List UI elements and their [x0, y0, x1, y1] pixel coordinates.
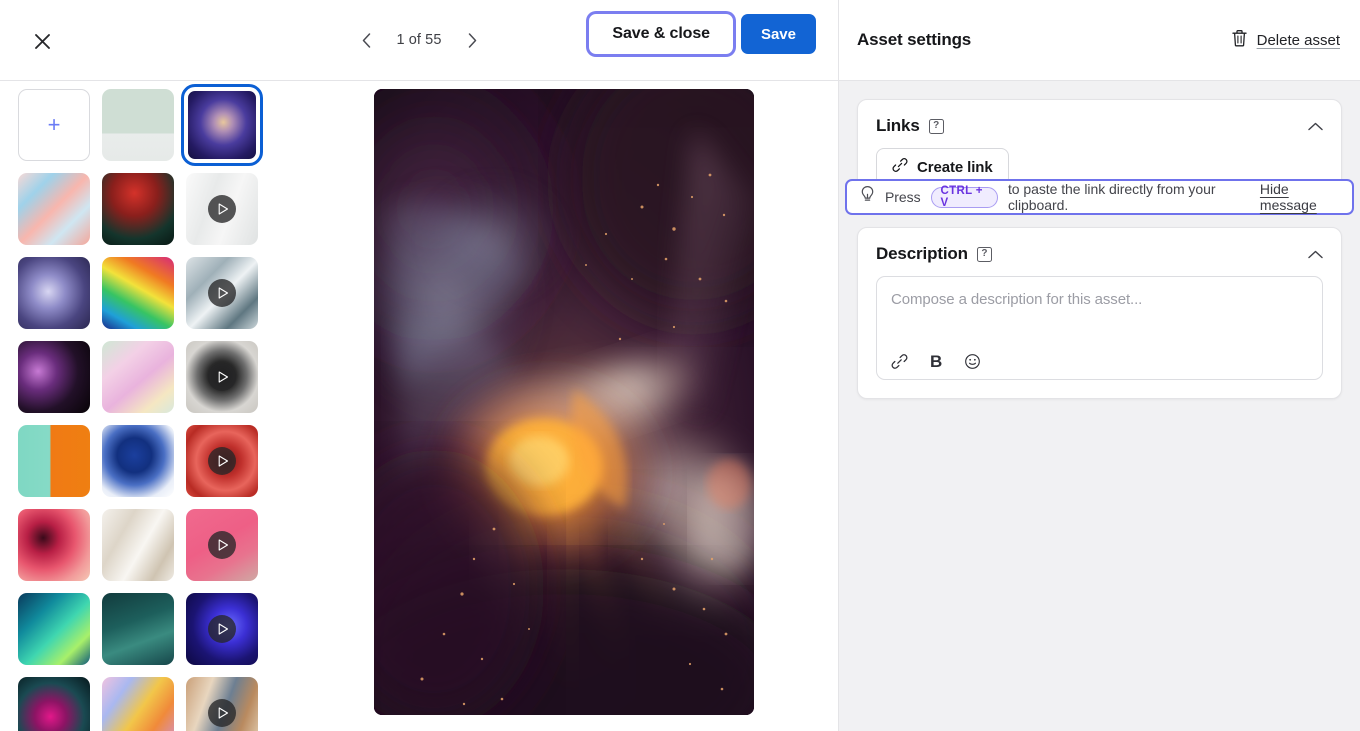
thumb-oil-bubbles[interactable] [102, 677, 174, 731]
help-icon[interactable]: ? [929, 119, 944, 134]
description-editor[interactable]: Compose a description for this asset... … [876, 276, 1323, 380]
thumbnail-rail[interactable]: + [0, 81, 290, 731]
thumb-rainbow-glitter[interactable] [102, 257, 174, 329]
thumb-blue-waves-3d[interactable] [186, 593, 258, 665]
emoji-icon[interactable] [964, 353, 981, 370]
thumb-blue-ink-water[interactable] [102, 425, 174, 497]
help-icon[interactable]: ? [977, 247, 992, 262]
description-card-header: Description ? [858, 228, 1341, 272]
links-card: Links ? [857, 99, 1342, 205]
play-icon[interactable] [208, 699, 236, 727]
tip-text-before: Press [885, 189, 921, 205]
pager-label: 1 of 55 [393, 32, 445, 48]
create-link-label: Create link [917, 159, 993, 176]
thumb-violet-black-ink[interactable] [18, 341, 90, 413]
bold-button[interactable]: B [930, 353, 942, 370]
thumb-pink-blue-marble[interactable] [18, 173, 90, 245]
thumb-red-mesh-spiral[interactable] [186, 425, 258, 497]
editor-topbar: 1 of 55 Save & close Save [0, 0, 838, 81]
preview-stage [290, 81, 838, 731]
plus-icon: + [48, 114, 61, 136]
editor-pane: 1 of 55 Save & close Save + [0, 0, 838, 731]
topbar-actions: Save & close Save [589, 14, 816, 54]
add-asset-tile[interactable]: + [18, 89, 90, 161]
links-card-header: Links ? [858, 100, 1341, 144]
delete-asset-button[interactable]: Delete asset [1231, 29, 1340, 52]
save-button[interactable]: Save [741, 14, 816, 54]
play-icon[interactable] [208, 531, 236, 559]
thumb-purple-swirl[interactable] [18, 257, 90, 329]
description-toolbar: B [891, 335, 1308, 370]
description-card-body: Compose a description for this asset... … [858, 272, 1341, 398]
thumb-red-green-smoke[interactable] [102, 173, 174, 245]
thumb-teal-forest[interactable] [102, 593, 174, 665]
play-icon[interactable] [208, 195, 236, 223]
thumb-black-spiral-record[interactable] [186, 341, 258, 413]
play-icon[interactable] [208, 363, 236, 391]
thumb-teal-green-paint[interactable] [18, 593, 90, 665]
thumb-teal-orange-split[interactable] [18, 425, 90, 497]
thumb-white-ripples[interactable] [186, 173, 258, 245]
ctrl-v-kbd-badge: CTRL + V [931, 187, 998, 208]
settings-topbar: Asset settings Delete asset [839, 0, 1360, 81]
thumbnail-grid: + [18, 89, 290, 731]
asset-editor-app: 1 of 55 Save & close Save + [0, 0, 1360, 731]
thumb-pastel-pink-wash[interactable] [102, 341, 174, 413]
delete-asset-label: Delete asset [1257, 32, 1340, 49]
description-card: Description ? Compose a description for … [857, 227, 1342, 399]
lightbulb-icon [860, 185, 875, 209]
tip-text-after: to paste the link directly from your cli… [1008, 181, 1248, 213]
link-icon [892, 157, 908, 177]
save-and-close-button[interactable]: Save & close [589, 14, 733, 54]
settings-content: Links ? [839, 81, 1360, 399]
thumb-red-pink-fluid[interactable] [18, 509, 90, 581]
play-icon[interactable] [208, 447, 236, 475]
asset-preview-image[interactable] [374, 89, 754, 715]
links-card-title: Links [876, 116, 920, 136]
thumb-grey-polygons[interactable] [186, 257, 258, 329]
description-placeholder: Compose a description for this asset... [891, 291, 1308, 308]
hide-message-link[interactable]: Hide message [1260, 181, 1339, 213]
page-title: Asset settings [857, 30, 971, 50]
play-icon[interactable] [208, 615, 236, 643]
close-icon[interactable] [28, 27, 56, 55]
thumb-stone-texture[interactable] [186, 677, 258, 731]
asset-settings-pane: Asset settings Delete asset [838, 0, 1360, 731]
thumb-pink-dust[interactable] [186, 509, 258, 581]
thumb-blue-ink-burst[interactable] [186, 89, 258, 161]
description-card-title: Description [876, 244, 968, 264]
chevron-up-icon[interactable] [1308, 250, 1323, 259]
clipboard-tip-banner: Press CTRL + V to paste the link directl… [845, 179, 1354, 215]
thumb-magenta-feathers[interactable] [18, 677, 90, 731]
trash-icon [1231, 29, 1248, 52]
chevron-left-icon[interactable] [353, 26, 379, 54]
chevron-up-icon[interactable] [1308, 122, 1323, 131]
play-icon[interactable] [208, 279, 236, 307]
thumb-white-marble-stone[interactable] [102, 509, 174, 581]
chevron-right-icon[interactable] [459, 26, 485, 54]
thumb-marble-sideboard[interactable] [102, 89, 174, 161]
link-icon[interactable] [891, 353, 908, 370]
editor-body: + [0, 81, 838, 731]
